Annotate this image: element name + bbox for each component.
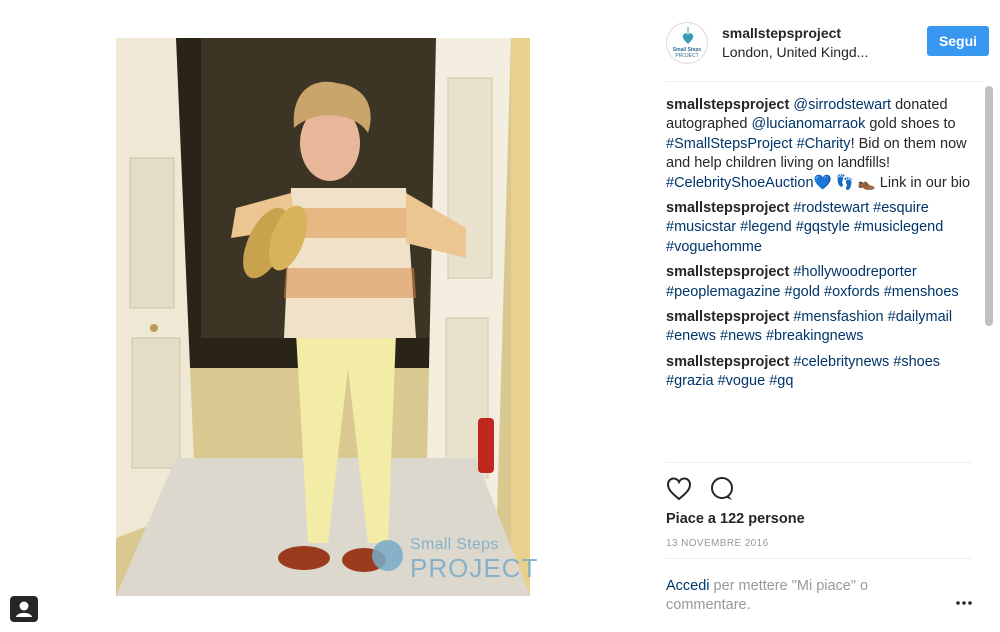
scrollbar-thumb[interactable] xyxy=(985,86,993,326)
login-prompt: Accedi per mettere "Mi piace" o commenta… xyxy=(666,577,926,616)
hashtag-link[interactable]: #gqstyle xyxy=(796,219,850,235)
hashtag-link[interactable]: #musicstar xyxy=(666,219,736,235)
post-media-area: Small Steps PROJECT xyxy=(0,0,650,632)
comment-item: smallstepsproject #rodstewart #esquire #… xyxy=(666,199,982,257)
post-photo[interactable] xyxy=(116,38,530,596)
hashtag-link[interactable]: #dailymail xyxy=(888,309,952,325)
watermark-logo-icon xyxy=(372,540,403,571)
follow-button[interactable]: Segui xyxy=(927,26,989,56)
hashtag-link[interactable]: #vogue xyxy=(718,373,766,389)
comment-item: smallstepsproject #celebritynews #shoes … xyxy=(666,353,982,392)
comment-item: smallstepsproject #hollywoodreporter #pe… xyxy=(666,263,982,302)
hashtag-link[interactable]: #mensfashion xyxy=(793,309,883,325)
hashtag-link[interactable]: #oxfords xyxy=(824,284,880,300)
hashtag-link[interactable]: #SmallStepsProject xyxy=(666,136,793,152)
hashtag-link[interactable]: #CelebrityShoeAuction xyxy=(666,175,814,191)
tagged-user-icon[interactable] xyxy=(10,596,38,622)
hashtag-link[interactable]: #menshoes xyxy=(884,284,959,300)
heart-icon[interactable] xyxy=(666,477,692,501)
comment-text: gold shoes to xyxy=(865,116,956,133)
post-date[interactable]: 13 NOVEMBRE 2016 xyxy=(666,538,769,549)
comment-icon[interactable] xyxy=(711,477,733,500)
hashtag-link[interactable]: #gold xyxy=(785,284,820,300)
hashtag-link[interactable]: #legend xyxy=(740,219,792,235)
photo-illustration xyxy=(116,38,530,596)
comment-username[interactable]: smallstepsproject xyxy=(666,309,789,325)
mention-link[interactable]: @lucianomarraok xyxy=(751,116,865,132)
hashtag-link[interactable]: #voguehomme xyxy=(666,239,762,255)
comment-username[interactable]: smallstepsproject xyxy=(666,354,789,370)
post-header: Small Steps PROJECT smallstepsproject Lo… xyxy=(666,18,989,82)
bottom-divider xyxy=(666,558,972,559)
login-link[interactable]: Accedi xyxy=(666,578,710,594)
avatar[interactable]: Small Steps PROJECT xyxy=(666,22,708,64)
more-options-icon[interactable] xyxy=(955,594,973,612)
hashtag-link[interactable]: #shoes xyxy=(893,354,940,370)
likes-count[interactable]: Piace a 122 persone xyxy=(666,511,805,527)
hashtag-link[interactable]: #esquire xyxy=(873,200,929,216)
hashtag-link[interactable]: #gq xyxy=(769,373,793,389)
hashtag-link[interactable]: #grazia xyxy=(666,373,714,389)
person-icon xyxy=(16,601,32,617)
comments-divider xyxy=(666,462,972,463)
hashtag-link[interactable]: #breakingnews xyxy=(766,328,864,344)
comment-text: 💙 👣 👞 Link in our bio xyxy=(813,174,971,191)
hashtag-link[interactable]: #rodstewart xyxy=(793,200,869,216)
action-bar xyxy=(666,476,786,502)
comment-username[interactable]: smallstepsproject xyxy=(666,200,789,216)
comment-username[interactable]: smallstepsproject xyxy=(666,97,789,113)
hashtag-link[interactable]: #news xyxy=(720,328,762,344)
hashtag-link[interactable]: #musiclegend xyxy=(854,219,943,235)
comments-list: smallstepsproject @sirrodstewart donated… xyxy=(666,96,982,462)
hashtag-link[interactable]: #hollywoodreporter xyxy=(793,264,916,280)
post-location[interactable]: London, United Kingd... xyxy=(722,44,868,60)
watermark-text-top: Small Steps xyxy=(410,536,499,553)
comment-username[interactable]: smallstepsproject xyxy=(666,264,789,280)
mention-link[interactable]: @sirrodstewart xyxy=(793,97,891,113)
watermark-text-bottom: PROJECT xyxy=(410,553,539,583)
hashtag-link[interactable]: #Charity xyxy=(797,136,851,152)
comment-item: smallstepsproject @sirrodstewart donated… xyxy=(666,96,982,193)
hashtag-link[interactable]: #peoplemagazine xyxy=(666,284,780,300)
hashtag-link[interactable]: #enews xyxy=(666,328,716,344)
post-username[interactable]: smallstepsproject xyxy=(722,25,841,41)
avatar-text-bottom: PROJECT xyxy=(675,53,699,59)
hashtag-link[interactable]: #celebritynews xyxy=(793,354,889,370)
comment-item: smallstepsproject #mensfashion #dailymai… xyxy=(666,308,982,347)
